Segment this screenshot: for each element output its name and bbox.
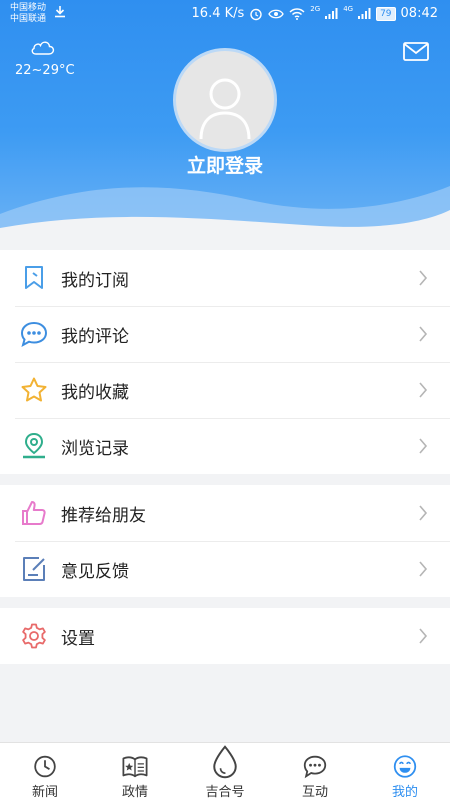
cloud-icon	[31, 41, 55, 55]
mail-icon[interactable]	[403, 42, 429, 61]
location-icon	[23, 432, 45, 459]
tab-label: 新闻	[31, 785, 58, 800]
battery-indicator: 79	[376, 6, 396, 21]
smile-icon	[393, 755, 417, 778]
chevron-right-icon	[419, 505, 428, 521]
tab-label: 我的	[391, 785, 418, 800]
bottom-tab-bar: 新闻 政情 吉合号 互动 我的	[0, 742, 450, 800]
tab-label: 政情	[121, 785, 148, 800]
tab-mine[interactable]: 我的	[360, 743, 450, 800]
tab-jihehao[interactable]: 吉合号	[180, 743, 270, 800]
carrier-1: 中国移动	[10, 3, 47, 13]
menu-item-history[interactable]: 浏览记录	[0, 418, 450, 474]
menu-group-share: 推荐给朋友 意见反馈	[0, 485, 450, 597]
menu-group-personal: 我的订阅 我的评论 我的收藏 浏览记录	[0, 250, 450, 474]
menu-item-label: 我的收藏	[61, 382, 129, 403]
tab-politics[interactable]: 政情	[90, 743, 180, 800]
chevron-right-icon	[419, 382, 428, 398]
tab-label: 吉合号	[205, 785, 245, 800]
carrier-info: 中国移动 中国联通	[10, 3, 46, 25]
net-speed: 16.4 K/s	[191, 6, 245, 21]
chevron-right-icon	[419, 628, 428, 644]
download-icon	[55, 6, 65, 18]
menu-item-favorites[interactable]: 我的收藏	[0, 362, 450, 418]
chevron-right-icon	[419, 326, 428, 342]
carrier-2: 中国联通	[10, 14, 47, 24]
signal-bars-icon	[325, 8, 338, 19]
menu-item-label: 意见反馈	[61, 561, 129, 582]
clock-time: 08:42	[400, 6, 438, 21]
signal-bars-icon	[358, 8, 371, 19]
menu-item-label: 设置	[61, 628, 95, 649]
menu-item-recommend[interactable]: 推荐给朋友	[0, 485, 450, 541]
menu-item-label: 浏览记录	[61, 438, 129, 459]
signal-label-2: 4G	[343, 4, 354, 13]
bookmark-icon	[25, 266, 43, 289]
status-bar: 中国移动 中国联通 16.4 K/s 2G 4G 79 08:42	[0, 0, 450, 30]
eye-icon	[268, 9, 285, 18]
menu-item-label: 推荐给朋友	[61, 505, 146, 526]
comment-icon	[20, 321, 48, 347]
chat-icon	[303, 755, 327, 779]
menu-item-label: 我的订阅	[61, 270, 129, 291]
chevron-right-icon	[419, 438, 428, 454]
wifi-icon	[289, 7, 305, 20]
menu-group-settings: 设置	[0, 608, 450, 664]
weather-temperature: 22~29°C	[15, 63, 75, 78]
tab-interact[interactable]: 互动	[270, 743, 360, 800]
thumbs-up-icon	[22, 501, 46, 525]
star-icon	[21, 377, 47, 402]
user-silhouette-icon	[199, 78, 251, 140]
menu-item-label: 我的评论	[61, 326, 129, 347]
login-button[interactable]: 立即登录	[0, 151, 450, 178]
chevron-right-icon	[419, 270, 428, 286]
clock-icon	[34, 755, 56, 778]
header-wave	[0, 186, 450, 240]
profile-header: 中国移动 中国联通 16.4 K/s 2G 4G 79 08:42 22~29°…	[0, 0, 450, 240]
alarm-icon	[250, 8, 262, 20]
book-icon	[122, 756, 148, 778]
menu-item-comments[interactable]: 我的评论	[0, 306, 450, 362]
drop-icon	[213, 745, 237, 779]
menu-item-settings[interactable]: 设置	[0, 608, 450, 664]
signal-label-1: 2G	[310, 4, 321, 13]
tab-label: 互动	[301, 785, 328, 800]
avatar[interactable]	[173, 48, 277, 152]
menu-item-feedback[interactable]: 意见反馈	[0, 541, 450, 597]
tab-news[interactable]: 新闻	[0, 743, 90, 800]
menu-item-subscriptions[interactable]: 我的订阅	[0, 250, 450, 306]
feedback-icon	[23, 557, 45, 581]
gear-icon	[22, 623, 46, 649]
chevron-right-icon	[419, 561, 428, 577]
